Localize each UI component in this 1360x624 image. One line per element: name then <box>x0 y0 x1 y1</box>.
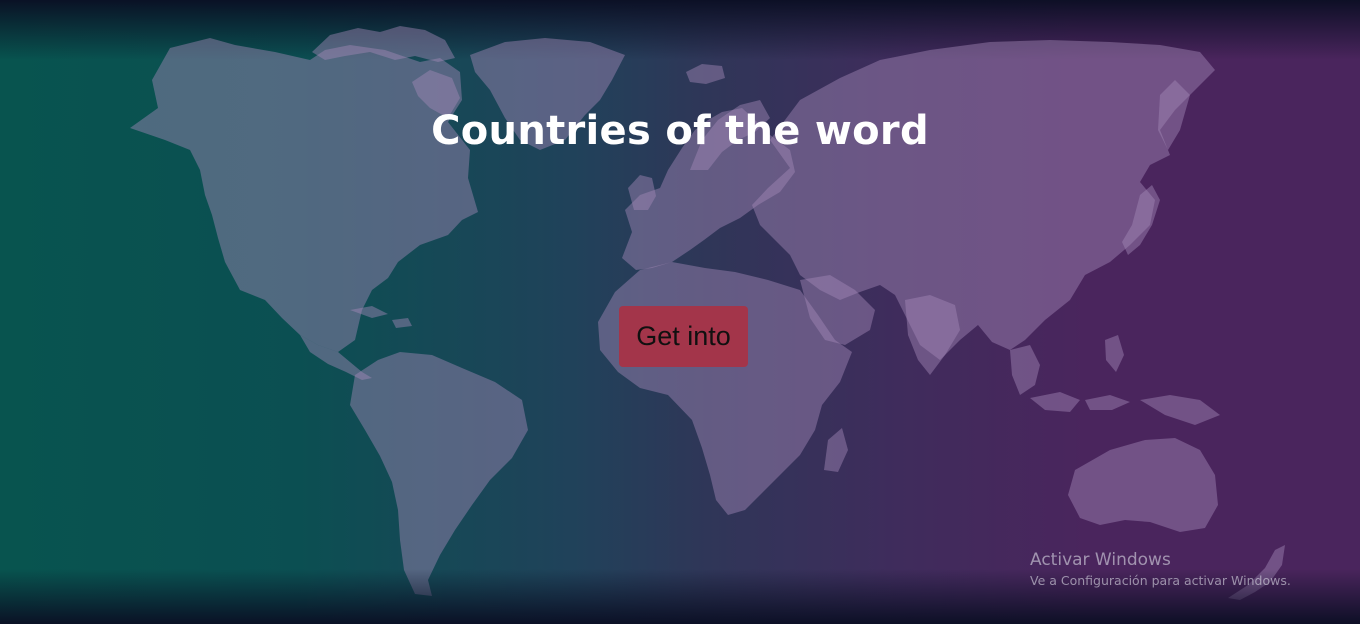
windows-activation-watermark: Activar Windows Ve a Configuración para … <box>1030 550 1291 588</box>
southeast-asia-shape <box>1010 345 1040 395</box>
india-shape <box>905 295 960 375</box>
australia-shape <box>1068 438 1218 532</box>
iceland-shape <box>686 64 725 84</box>
page-title: Countries of the word <box>431 108 929 154</box>
philippines-shape <box>1105 335 1124 372</box>
south-america-shape <box>350 352 528 596</box>
madagascar-shape <box>824 428 848 472</box>
indonesia-shape <box>1030 392 1220 425</box>
get-into-button[interactable]: Get into <box>619 306 748 367</box>
watermark-title: Activar Windows <box>1030 550 1171 570</box>
watermark-subtitle: Ve a Configuración para activar Windows. <box>1030 573 1291 588</box>
